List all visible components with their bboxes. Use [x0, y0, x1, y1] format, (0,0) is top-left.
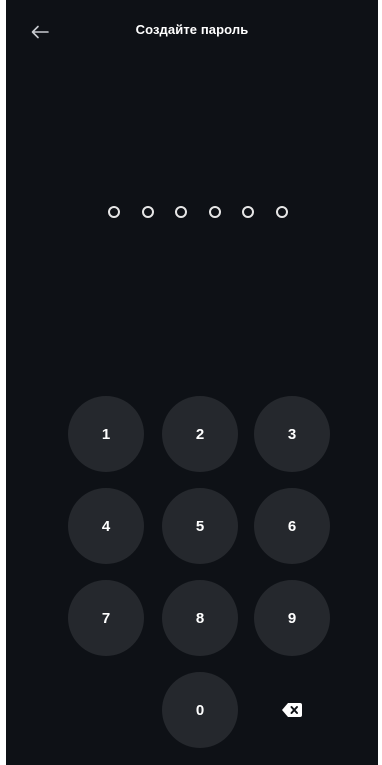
pin-dot [242, 206, 255, 218]
pin-indicator [108, 204, 288, 220]
key-1[interactable]: 1 [68, 396, 144, 472]
key-2[interactable]: 2 [162, 396, 238, 472]
pin-dot [208, 206, 221, 218]
pin-dot [108, 206, 120, 218]
header: Создайте пароль [6, 0, 378, 64]
delete-button[interactable] [254, 672, 330, 748]
pin-dot [141, 206, 154, 218]
backspace-icon [282, 703, 302, 717]
numeric-keypad: 1 2 3 4 5 6 7 8 9 0 [64, 396, 330, 750]
pin-dot [275, 206, 288, 218]
pin-setup-screen: Создайте пароль 1 2 3 4 5 6 7 8 9 0 [6, 0, 378, 765]
key-8[interactable]: 8 [162, 580, 238, 656]
key-3[interactable]: 3 [254, 396, 330, 472]
pin-dot [175, 206, 188, 218]
key-4[interactable]: 4 [68, 488, 144, 564]
key-6[interactable]: 6 [254, 488, 330, 564]
key-5[interactable]: 5 [162, 488, 238, 564]
key-7[interactable]: 7 [68, 580, 144, 656]
page-title: Создайте пароль [135, 22, 249, 37]
key-0[interactable]: 0 [162, 672, 238, 748]
key-9[interactable]: 9 [254, 580, 330, 656]
